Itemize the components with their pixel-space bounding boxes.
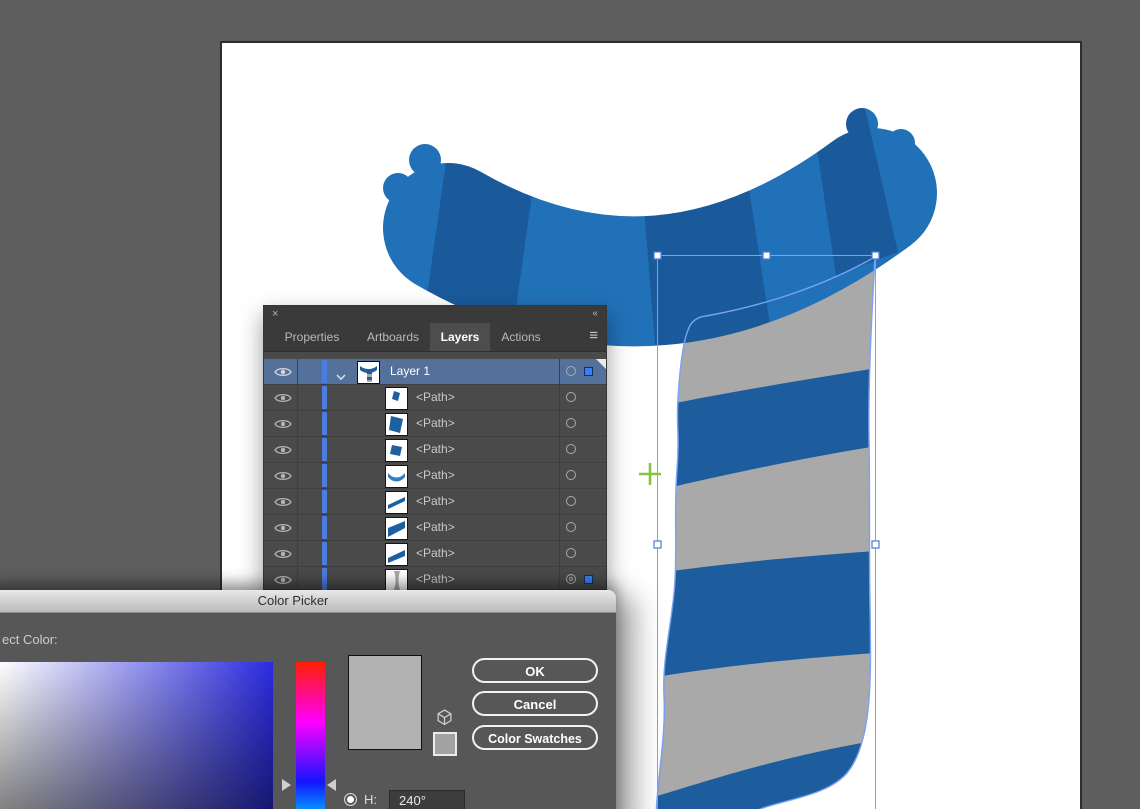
visibility-eye-icon[interactable]	[274, 365, 292, 377]
visibility-eye-icon[interactable]	[274, 443, 292, 455]
path-row[interactable]: <Path>	[264, 385, 606, 411]
hue-slider[interactable]	[296, 662, 325, 809]
panel-titlebar: × ‹‹	[264, 306, 606, 323]
path-thumbnail[interactable]	[385, 569, 408, 592]
target-circle[interactable]	[566, 496, 576, 506]
chevron-down-icon[interactable]	[336, 368, 346, 381]
hue-value-input[interactable]: 240°	[389, 790, 465, 809]
visibility-eye-icon[interactable]	[274, 417, 292, 429]
visibility-eye-icon[interactable]	[274, 469, 292, 481]
path-thumbnail[interactable]	[385, 543, 408, 566]
saturation-brightness-field[interactable]	[0, 662, 273, 809]
target-circle-targeted[interactable]	[566, 574, 576, 584]
divider	[559, 359, 560, 384]
path-thumbnail[interactable]	[385, 439, 408, 462]
select-color-label: ect Color:	[2, 632, 58, 647]
path-row[interactable]: <Path>	[264, 463, 606, 489]
hue-label: H:	[364, 792, 377, 807]
path-row[interactable]: <Path>	[264, 541, 606, 567]
hue-slider-left-arrow-icon[interactable]	[282, 779, 291, 791]
path-thumbnail[interactable]	[385, 413, 408, 436]
color-swatches-button[interactable]: Color Swatches	[472, 725, 598, 750]
path-name[interactable]: <Path>	[416, 411, 455, 436]
web-safe-swatch[interactable]	[433, 732, 457, 756]
ok-button[interactable]: OK	[472, 658, 598, 683]
tab-layers[interactable]: Layers	[430, 323, 490, 351]
path-row[interactable]: <Path>	[264, 489, 606, 515]
path-name[interactable]: <Path>	[416, 515, 455, 540]
out-of-gamut-cube-icon[interactable]	[436, 709, 453, 726]
path-name[interactable]: <Path>	[416, 567, 455, 592]
target-circle[interactable]	[566, 366, 576, 376]
visibility-eye-icon[interactable]	[274, 573, 292, 585]
hue-radio[interactable]	[344, 793, 357, 806]
layer-thumbnail[interactable]	[357, 361, 380, 384]
selection-indicator[interactable]	[584, 575, 593, 584]
dialog-body: ect Color: OK Cancel Color Swatches H: 2…	[0, 613, 616, 809]
path-thumbnail[interactable]	[385, 387, 408, 410]
tab-actions[interactable]: Actions	[490, 323, 552, 351]
panel-tab-bar: Properties Artboards Layers Actions	[264, 323, 606, 352]
path-thumbnail[interactable]	[385, 491, 408, 514]
path-row[interactable]: <Path>	[264, 437, 606, 463]
layer-row[interactable]: Layer 1	[264, 359, 606, 385]
target-circle[interactable]	[566, 470, 576, 480]
visibility-eye-icon[interactable]	[274, 521, 292, 533]
visibility-eye-icon[interactable]	[274, 495, 292, 507]
path-name[interactable]: <Path>	[416, 437, 455, 462]
path-name[interactable]: <Path>	[416, 463, 455, 488]
visibility-eye-icon[interactable]	[274, 391, 292, 403]
layer-color-bar	[322, 360, 327, 383]
active-layer-corner	[596, 359, 606, 369]
tab-properties[interactable]: Properties	[268, 323, 356, 351]
target-circle[interactable]	[566, 548, 576, 558]
color-picker-dialog: Color Picker ect Color: OK Cancel Color …	[0, 590, 616, 809]
illustrator-workspace: × ‹‹ Properties Artboards Layers Actions…	[0, 0, 1140, 809]
path-thumbnail[interactable]	[385, 465, 408, 488]
collapse-panel-icon[interactable]: ‹‹	[592, 307, 598, 321]
target-circle[interactable]	[566, 418, 576, 428]
divider	[297, 359, 298, 384]
path-name[interactable]: <Path>	[416, 489, 455, 514]
layer-name[interactable]: Layer 1	[390, 359, 430, 384]
visibility-eye-icon[interactable]	[274, 547, 292, 559]
path-row[interactable]: <Path>	[264, 411, 606, 437]
path-row[interactable]: <Path>	[264, 515, 606, 541]
dialog-titlebar[interactable]: Color Picker	[0, 590, 616, 613]
cancel-button[interactable]: Cancel	[472, 691, 598, 716]
target-circle[interactable]	[566, 444, 576, 454]
path-name[interactable]: <Path>	[416, 385, 455, 410]
layers-list: Layer 1 <Path> <Path> <Path> <Path> <Pat…	[264, 359, 606, 644]
tab-artboards[interactable]: Artboards	[356, 323, 430, 351]
target-circle[interactable]	[566, 392, 576, 402]
layers-panel: × ‹‹ Properties Artboards Layers Actions…	[263, 305, 607, 644]
close-icon[interactable]: ×	[272, 307, 278, 321]
target-circle[interactable]	[566, 522, 576, 532]
path-thumbnail[interactable]	[385, 517, 408, 540]
selection-indicator[interactable]	[584, 367, 593, 376]
path-name[interactable]: <Path>	[416, 541, 455, 566]
hue-slider-right-arrow-icon[interactable]	[327, 779, 336, 791]
color-preview-swatch	[348, 655, 422, 750]
panel-menu-icon[interactable]: ≡	[589, 323, 598, 351]
